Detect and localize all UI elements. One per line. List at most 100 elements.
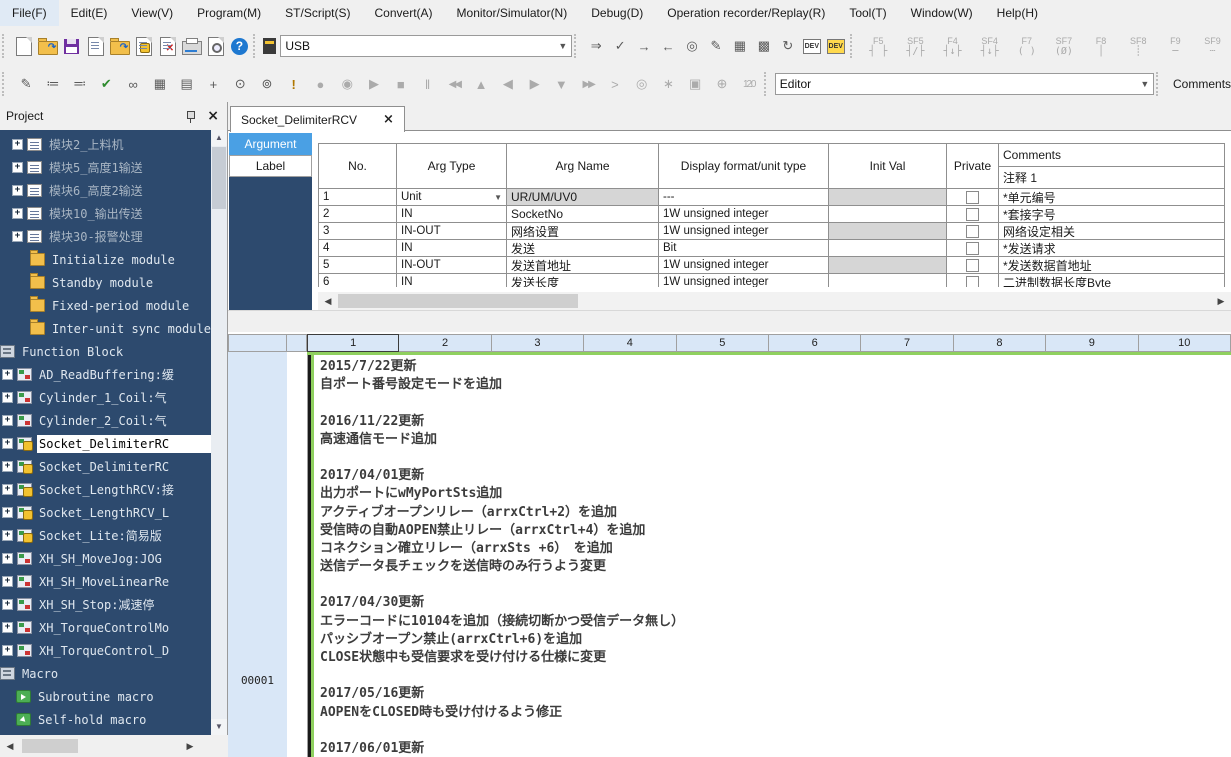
cell-arg-name[interactable]: 发送首地址 [507,257,659,274]
ladder-edit-button[interactable]: ✎ [14,71,39,97]
menu-tool[interactable]: Tool(T) [837,0,898,26]
new-project-button[interactable] [13,33,35,59]
cell-comment[interactable]: *发送请求 [999,240,1225,257]
tree-item[interactable]: +XH_SH_MoveJog:JOG [0,547,211,570]
dev-comment-button[interactable]: DEV [801,33,823,59]
record-outline-button[interactable]: ◉ [335,71,360,97]
trace-setting-button[interactable]: ⊚ [255,71,280,97]
cell-display-format[interactable]: 1W unsigned integer [659,223,829,240]
note-edit-button[interactable]: ≕ [67,71,92,97]
cell-comment[interactable]: *发送数据首地址 [999,257,1225,274]
protect-project-button[interactable] [133,33,155,59]
ladder-column-3[interactable]: 3 [492,334,584,352]
device-test-button[interactable]: ▤ [174,71,199,97]
ladder-symbol-f5-button[interactable]: F5┤ ├ [860,31,897,61]
argument-table-hscrollbar[interactable]: ◀▶ [318,292,1231,310]
tree-expand-icon[interactable]: + [2,415,13,426]
print-button[interactable] [181,33,203,59]
transfer-in-button[interactable]: → [633,33,655,59]
tree-expand-icon[interactable]: + [12,139,23,150]
tree-expand-icon[interactable]: + [2,553,13,564]
cell-arg-type[interactable]: IN [397,240,507,257]
tree-item[interactable]: Initialize module [0,248,211,271]
menu-file[interactable]: File(F) [0,0,59,26]
pause-record-button[interactable]: ◎ [629,71,654,97]
skip-button[interactable]: > [603,71,628,97]
ladder-symbol-f8-button[interactable]: F8│ [1082,31,1119,61]
ladder-symbol-sf7-button[interactable]: SF7(Ø) [1045,31,1082,61]
dev-device-button[interactable]: DEV [825,33,847,59]
tree-expand-icon[interactable]: + [2,530,13,541]
cell-arg-name[interactable]: UR/UM/UV0 [507,189,659,206]
hand-pause-button[interactable]: ∗ [656,71,681,97]
tree-item[interactable]: Standby module [0,271,211,294]
ladder-symbol-f4-button[interactable]: F4┤↓├ [934,31,971,61]
cell-comment[interactable]: 网络设定相关 [999,223,1225,240]
tree-expand-icon[interactable]: + [2,507,13,518]
ladder-column-8[interactable]: 8 [954,334,1046,352]
transfer-out-button[interactable]: ← [657,33,679,59]
ladder-symbol-sf9-button[interactable]: SF9┄ [1194,31,1231,61]
monitor-start-button[interactable]: ▩ [753,33,775,59]
tree-item[interactable]: +Socket_LengthRCV:接 [0,478,211,501]
cell-arg-type[interactable]: Unit▼ [397,189,507,206]
private-checkbox[interactable] [966,242,979,255]
tree-item[interactable]: +Cylinder_1_Coil:气 [0,386,211,409]
ladder-symbol-f7-button[interactable]: F7( ) [1008,31,1045,61]
private-checkbox[interactable] [966,208,979,221]
scroll-down-icon[interactable]: ▼ [211,719,227,735]
tree-item[interactable]: +模块6_高度2输送 [0,179,211,202]
play-button[interactable]: ▶ [362,71,387,97]
scroll-right-icon[interactable]: ▶ [182,738,198,754]
menu-convert[interactable]: Convert(A) [363,0,445,26]
cell-comment[interactable]: *单元编号 [999,189,1225,206]
tree-expand-icon[interactable]: + [2,645,13,656]
tree-item[interactable]: +模块2_上料机 [0,133,211,156]
private-checkbox[interactable] [966,276,979,288]
tree-expand-icon[interactable]: + [12,231,23,242]
private-checkbox[interactable] [966,225,979,238]
tree-item[interactable]: Fixed-period module [0,294,211,317]
cell-comment[interactable]: *套接字号 [999,206,1225,223]
pause-button[interactable]: ‖ [415,71,440,97]
stopwatch-button[interactable]: ⊕ [710,71,735,97]
sampling-trace-button[interactable]: ⊙ [228,71,253,97]
menu-window[interactable]: Window(W) [899,0,985,26]
tree-item[interactable]: +Socket_LengthRCV_L [0,501,211,524]
cell-display-format[interactable]: Bit [659,240,829,257]
menu-monitor-simulator[interactable]: Monitor/Simulator(N) [445,0,580,26]
cell-display-format[interactable]: 1W unsigned integer [659,206,829,223]
private-checkbox[interactable] [966,259,979,272]
tree-item[interactable]: +Socket_DelimiterRC [0,455,211,478]
tree-item[interactable]: Inter-unit sync module [0,317,211,340]
cell-init-val[interactable] [829,223,947,240]
ladder-symbol-sf4-button[interactable]: SF4┤↓├ [971,31,1008,61]
ladder-column-6[interactable]: 6 [769,334,861,352]
step-back-button[interactable]: ◀ [495,71,520,97]
scroll-up-icon[interactable]: ▲ [211,130,227,146]
menu-view[interactable]: View(V) [119,0,185,26]
stop-button[interactable]: ■ [388,71,413,97]
step-up-button[interactable]: ▲ [469,71,494,97]
cell-init-val[interactable] [829,206,947,223]
ladder-column-10[interactable]: 10 [1139,334,1231,352]
rewind-button[interactable]: ◀◀ [442,71,467,97]
cell-arg-name[interactable]: 发送 [507,240,659,257]
refresh-button[interactable]: ↻ [777,33,799,59]
verify-with-plc-button[interactable]: ✓ [609,33,631,59]
statement-edit-button[interactable]: ≔ [40,71,65,97]
monitor-stop-button[interactable]: ▦ [729,33,751,59]
cell-arg-type[interactable]: IN-OUT [397,223,507,240]
tree-item[interactable]: +Socket_DelimiterRC [0,432,211,455]
cell-comment[interactable]: 二进制数据长度Byte [999,274,1225,287]
open-project-button[interactable]: ↷ [37,33,59,59]
print-preview-button[interactable] [205,33,227,59]
tree-expand-icon[interactable]: + [2,392,13,403]
help-button[interactable]: ? [228,33,250,59]
tree-item[interactable]: +AD_ReadBuffering:缓 [0,363,211,386]
tree-item[interactable]: Function Block [0,340,211,363]
step-down-button[interactable]: ▼ [549,71,574,97]
cell-init-val[interactable] [829,274,947,287]
scroll-left-icon[interactable]: ◀ [2,738,18,754]
ladder-column-1[interactable]: 1 [307,334,399,352]
